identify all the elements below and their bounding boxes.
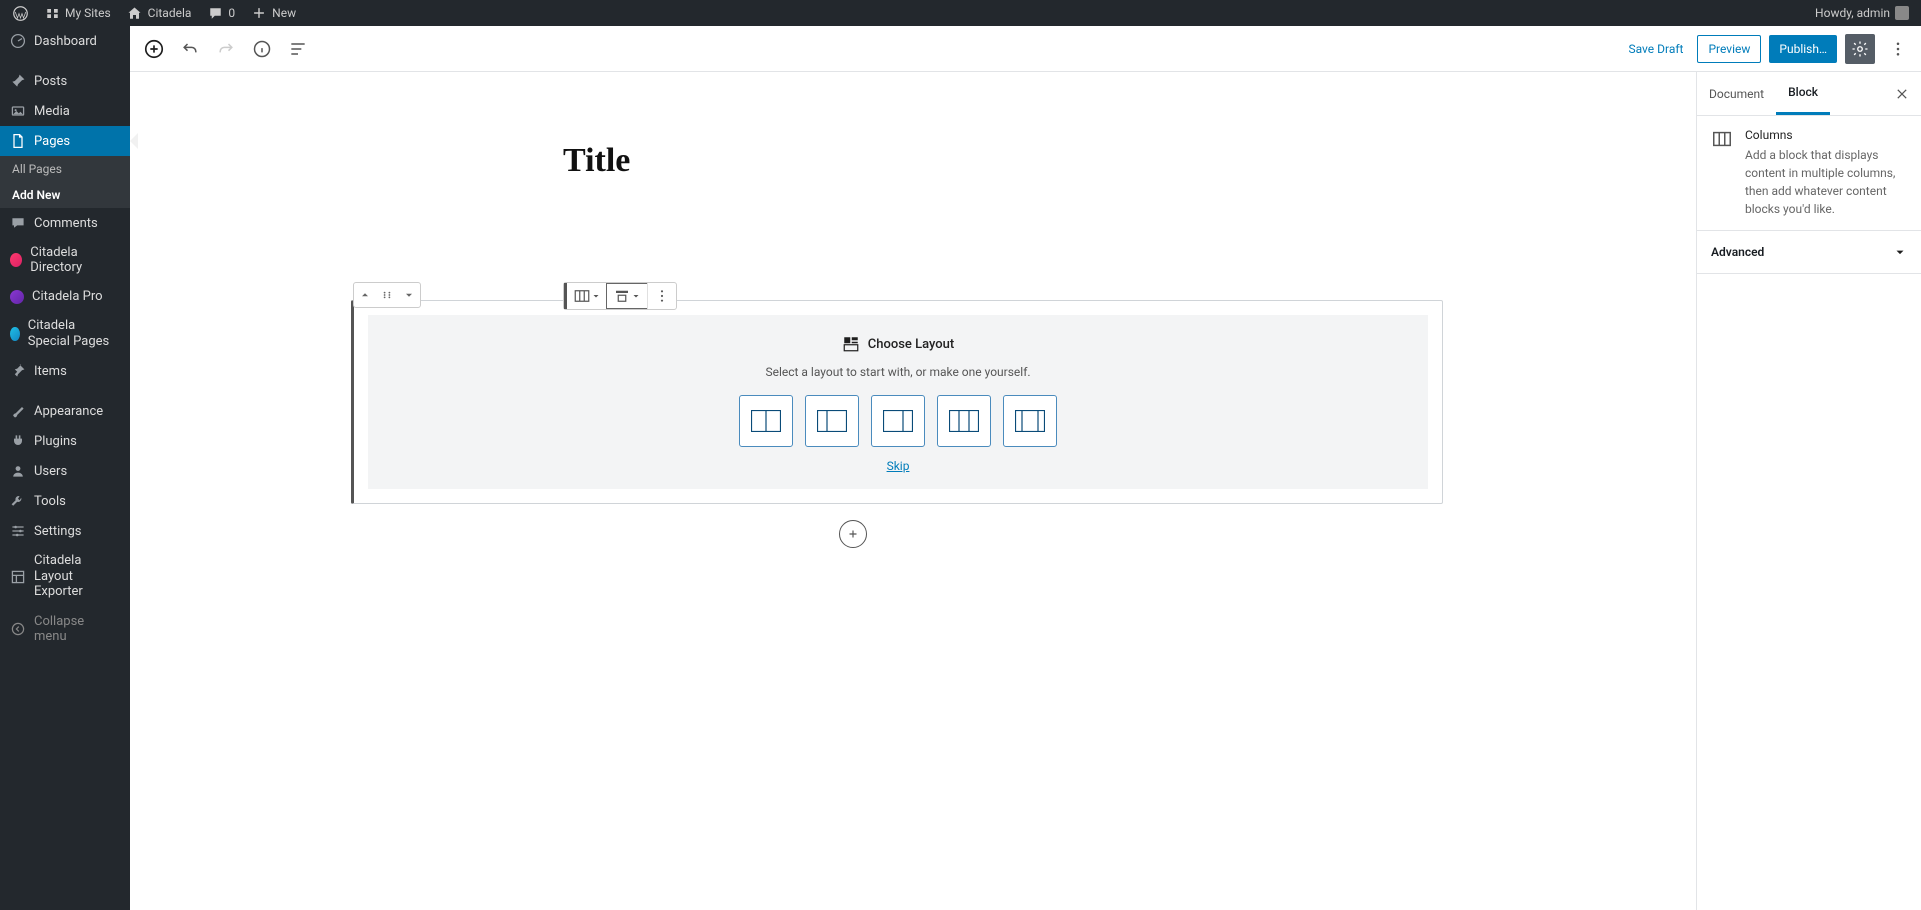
sidebar-item-citadela-special-pages[interactable]: Citadela Special Pages [0, 311, 130, 356]
pin-icon [10, 73, 26, 89]
dashboard-icon [10, 33, 26, 49]
move-up-button[interactable] [354, 283, 376, 307]
outline-button[interactable] [282, 33, 314, 65]
settings-sidebar: Document Block Columns Add a block that … [1696, 72, 1921, 910]
citadela-directory-icon [10, 253, 22, 267]
comment-icon [207, 5, 223, 21]
sidebar-item-media[interactable]: Media [0, 96, 130, 126]
admin-bar-comments[interactable]: 0 [201, 0, 241, 26]
block-type-button[interactable] [567, 283, 607, 309]
save-draft-button[interactable]: Save Draft [1622, 42, 1689, 56]
layout-option-25-50-25[interactable] [1003, 395, 1057, 447]
sidebar-submenu-pages: All Pages Add New [0, 156, 130, 208]
preview-button[interactable]: Preview [1697, 35, 1761, 63]
tab-block[interactable]: Block [1776, 72, 1830, 115]
admin-sidebar: Dashboard Posts Media Pages All Pages Ad… [0, 26, 130, 910]
sidebar-subitem-add-new[interactable]: Add New [0, 182, 130, 208]
layout-option-67-33[interactable] [871, 395, 925, 447]
sidebar-item-appearance[interactable]: Appearance [0, 396, 130, 426]
layout-chooser-icon [842, 335, 860, 353]
network-icon [44, 5, 60, 21]
sidebar-item-citadela-directory[interactable]: Citadela Directory [0, 238, 130, 282]
chevron-down-icon [1893, 245, 1907, 259]
admin-bar-comments-count: 0 [228, 6, 235, 20]
home-icon [127, 5, 143, 21]
drag-handle[interactable] [376, 283, 398, 307]
sidebar-item-plugins[interactable]: Plugins [0, 426, 130, 456]
block-description: Add a block that displays content in mul… [1745, 146, 1907, 218]
admin-bar-account[interactable]: Howdy, admin [1809, 0, 1915, 26]
admin-bar-my-sites-label: My Sites [65, 6, 111, 20]
admin-bar-site-name-label: Citadela [148, 6, 192, 20]
sidebar-subitem-all-pages[interactable]: All Pages [0, 156, 130, 182]
block-editor: Save Draft Preview Publish… [130, 26, 1921, 910]
admin-bar-site-name[interactable]: Citadela [121, 0, 198, 26]
plug-icon [10, 433, 26, 449]
sidebar-item-settings[interactable]: Settings [0, 516, 130, 546]
columns-placeholder: Choose Layout Select a layout to start w… [368, 315, 1428, 489]
sidebar-item-users[interactable]: Users [0, 456, 130, 486]
plus-icon [251, 5, 267, 21]
block-toolbar [563, 282, 677, 310]
wrench-icon [10, 493, 26, 509]
sidebar-collapse[interactable]: Collapse menu [0, 607, 130, 651]
layout-option-50-50[interactable] [739, 395, 793, 447]
admin-bar-new-label: New [272, 6, 296, 20]
placeholder-subtext: Select a layout to start with, or make o… [386, 365, 1410, 379]
users-icon [10, 463, 26, 479]
pin-icon [10, 363, 26, 379]
sidebar-item-tools[interactable]: Tools [0, 486, 130, 516]
media-icon [10, 103, 26, 119]
skip-link[interactable]: Skip [887, 459, 910, 473]
post-title-input[interactable] [563, 142, 1263, 180]
advanced-panel-toggle[interactable]: Advanced [1697, 231, 1921, 274]
sidebar-item-citadela-pro[interactable]: Citadela Pro [0, 282, 130, 311]
wp-admin-bar: My Sites Citadela 0 New Howdy, admin [0, 0, 1921, 26]
add-block-button[interactable] [138, 33, 170, 65]
citadela-special-pages-icon [10, 327, 20, 341]
brush-icon [10, 403, 26, 419]
citadela-pro-icon [10, 290, 24, 304]
tab-document[interactable]: Document [1697, 72, 1776, 115]
editor-header: Save Draft Preview Publish… [130, 26, 1921, 72]
sidebar-item-items[interactable]: Items [0, 356, 130, 386]
move-down-button[interactable] [398, 283, 420, 307]
settings-toggle-button[interactable] [1845, 34, 1875, 64]
placeholder-heading: Choose Layout [868, 337, 955, 352]
redo-button [210, 33, 242, 65]
more-options-button[interactable] [1883, 34, 1913, 64]
layout-icon [10, 569, 26, 585]
wordpress-icon [12, 5, 28, 21]
inline-add-block-button[interactable] [839, 520, 867, 548]
admin-bar-my-sites[interactable]: My Sites [38, 0, 117, 26]
columns-block[interactable]: Choose Layout Select a layout to start w… [351, 300, 1443, 504]
sidebar-item-pages[interactable]: Pages [0, 126, 130, 156]
editor-canvas[interactable]: Choose Layout Select a layout to start w… [130, 72, 1696, 910]
layout-option-33-67[interactable] [805, 395, 859, 447]
layout-option-33-33-33[interactable] [937, 395, 991, 447]
block-title: Columns [1745, 128, 1907, 142]
sidebar-item-dashboard[interactable]: Dashboard [0, 26, 130, 56]
block-movers [353, 282, 421, 308]
admin-bar-howdy-label: Howdy, admin [1815, 6, 1890, 20]
undo-button[interactable] [174, 33, 206, 65]
sliders-icon [10, 523, 26, 539]
sidebar-item-layout-exporter[interactable]: Citadela Layout Exporter [0, 546, 130, 607]
block-more-button[interactable] [647, 283, 676, 309]
collapse-icon [10, 621, 26, 637]
admin-bar-wordpress[interactable] [6, 0, 34, 26]
columns-block-icon [1711, 128, 1733, 218]
sidebar-item-posts[interactable]: Posts [0, 66, 130, 96]
block-align-button[interactable] [606, 283, 648, 309]
page-icon [10, 133, 26, 149]
avatar [1895, 6, 1909, 20]
close-sidebar-button[interactable] [1883, 87, 1921, 101]
publish-button[interactable]: Publish… [1769, 35, 1837, 63]
content-info-button[interactable] [246, 33, 278, 65]
comments-icon [10, 215, 26, 231]
sidebar-item-comments[interactable]: Comments [0, 208, 130, 238]
admin-bar-new[interactable]: New [245, 0, 302, 26]
